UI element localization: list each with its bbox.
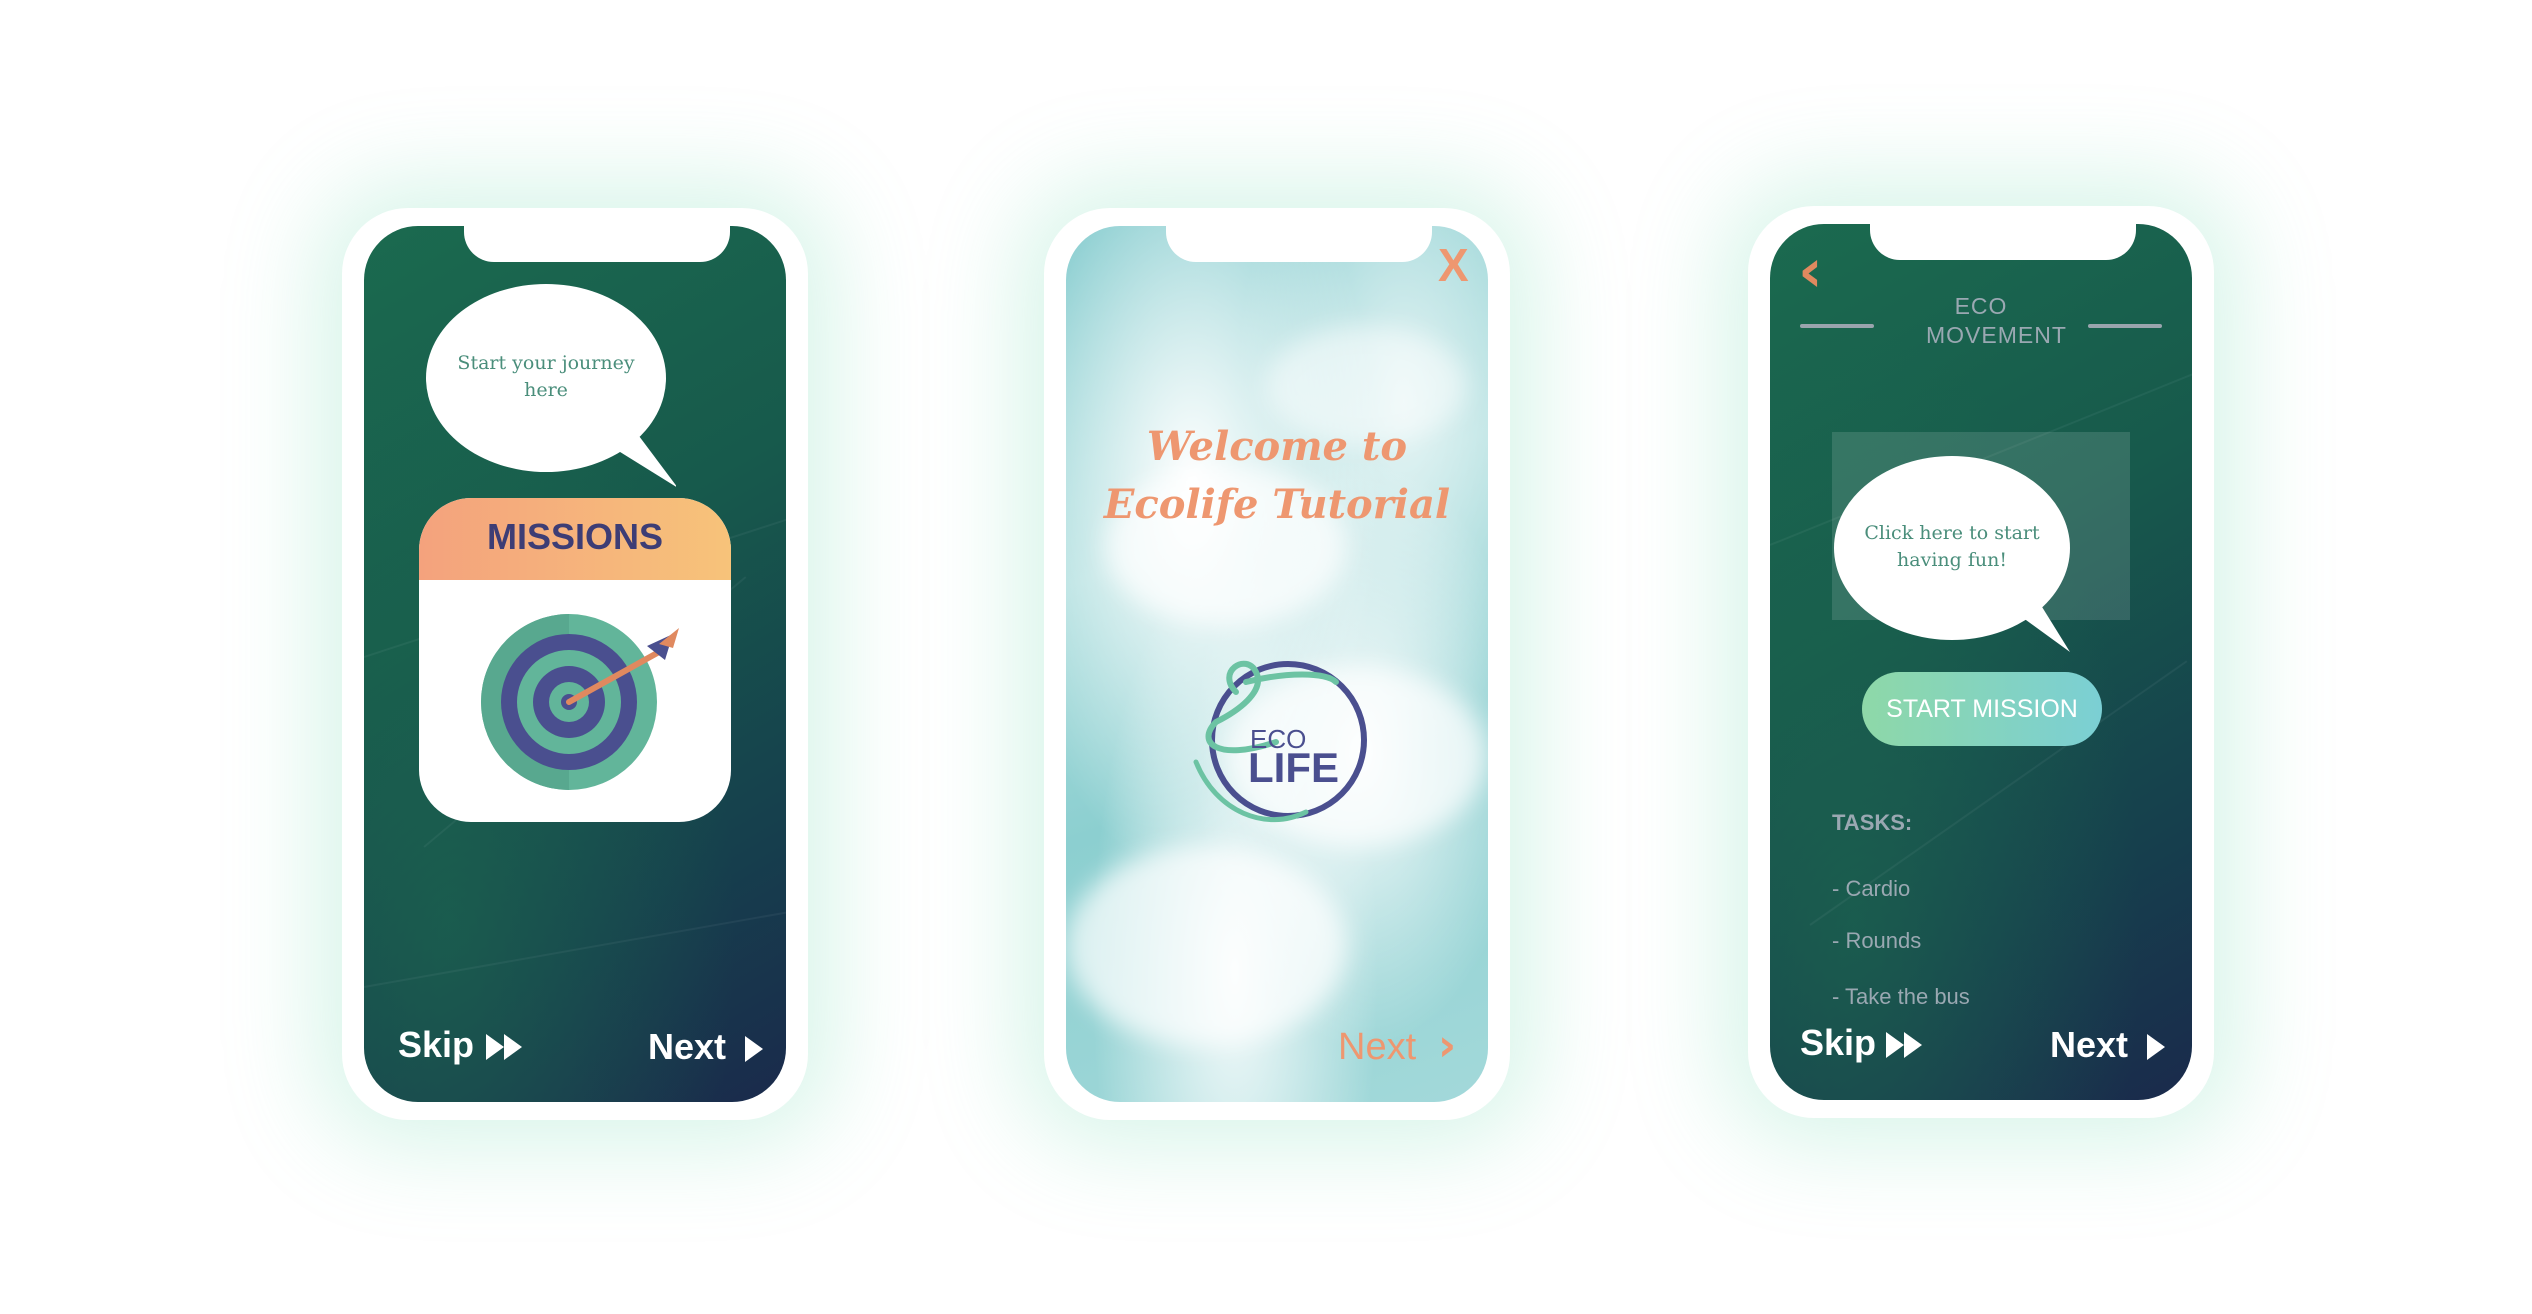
missions-tutorial-screen: Start your journey here MISSIONS Skip Ne… [364,226,786,1102]
phone-mockup-welcome: X Welcome to Ecolife Tutorial ECO LIFE N… [1044,208,1510,1120]
phone-notch [464,226,730,262]
fast-forward-icon[interactable] [1884,1030,1924,1060]
chevron-right-icon[interactable]: › [1438,1020,1456,1071]
header-title-text: ECO MOVEMENT [1926,293,2067,348]
next-button[interactable]: Next [1338,1026,1416,1069]
target-arrow-icon [481,614,679,790]
ecolife-logo: ECO LIFE [1176,632,1376,832]
close-button[interactable]: X [1438,238,1469,292]
speech-bubble: Start your journey here [426,282,676,492]
play-icon[interactable] [742,1034,766,1064]
phone-notch [1870,224,2136,260]
phone-mockup-eco-movement: ‹ ECO MOVEMENT dly Click here to start h… [1748,206,2214,1118]
skip-button[interactable]: Skip [398,1024,474,1066]
phone-notch [1166,226,1432,262]
eco-movement-screen: ‹ ECO MOVEMENT dly Click here to start h… [1770,224,2192,1100]
next-button[interactable]: Next [2050,1024,2128,1066]
missions-title: MISSIONS [486,516,664,557]
eco-movement-title: ECO MOVEMENT [1770,292,2192,350]
welcome-tutorial-screen: X Welcome to Ecolife Tutorial ECO LIFE N… [1066,226,1488,1102]
phone-mockup-missions: Start your journey here MISSIONS Skip Ne… [342,208,808,1120]
fast-forward-icon[interactable] [484,1032,524,1062]
logo-life: LIFE [1248,744,1339,791]
next-button[interactable]: Next [648,1026,726,1068]
bubble-text: Start your journey here [457,352,635,401]
play-icon[interactable] [2144,1032,2168,1062]
welcome-text: Welcome to Ecolife Tutorial [1103,423,1451,528]
task-item: - Cardio [1832,876,1911,901]
task-item: - Take the bus [1832,984,1970,1009]
missions-card[interactable]: MISSIONS [419,498,731,822]
start-mission-button[interactable]: START MISSION [1862,672,2102,746]
welcome-heading: Welcome to Ecolife Tutorial [1066,418,1488,534]
bubble-text: Click here to start having fun! [1864,522,2040,571]
task-item: - Rounds [1832,928,1922,953]
tasks-heading: TASKS: [1832,810,1913,835]
speech-bubble: Click here to start having fun! [1834,454,2074,654]
skip-button[interactable]: Skip [1800,1022,1876,1064]
